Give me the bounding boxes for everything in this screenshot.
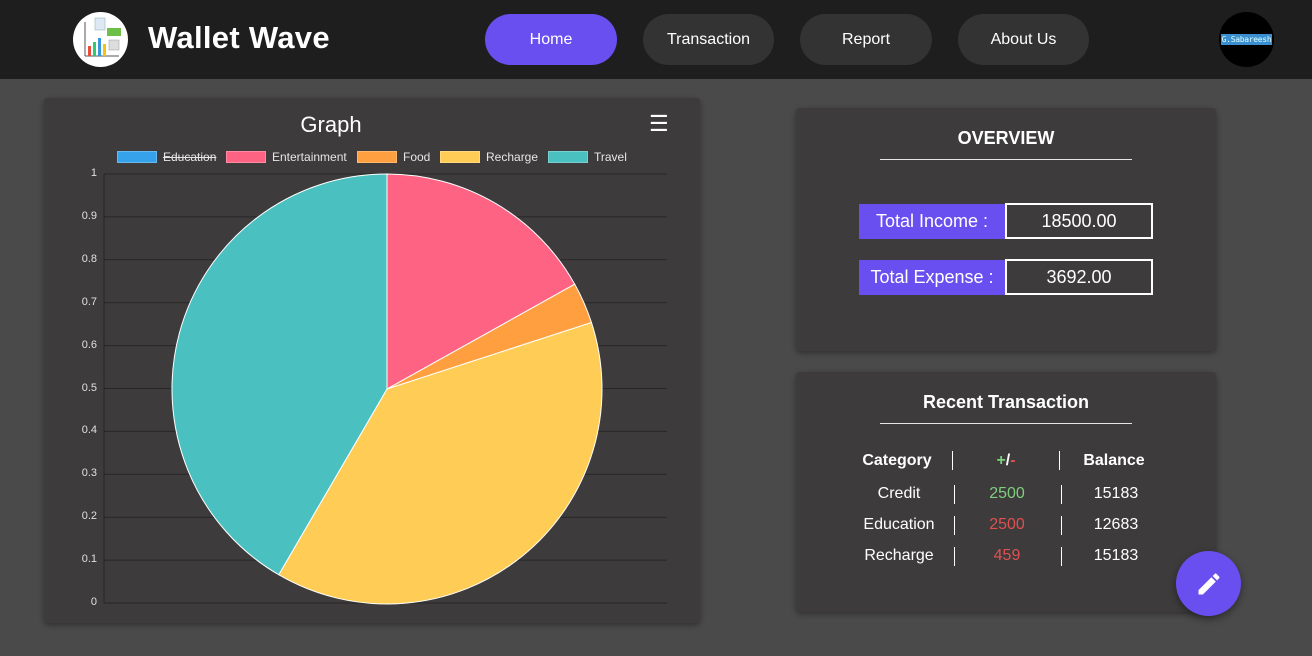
column-header-category: Category	[862, 452, 932, 469]
transaction-category: Recharge	[864, 547, 934, 564]
total-expense-value: 3692.00	[1005, 259, 1153, 295]
recent-transaction-card: Recent Transaction Category +/- Balance …	[796, 372, 1216, 612]
pencil-icon	[1198, 572, 1220, 594]
transaction-amount: 2500	[989, 485, 1025, 502]
overview-divider	[880, 159, 1132, 160]
recent-transaction-title: Recent Transaction	[922, 392, 1090, 412]
transaction-amount: 459	[993, 547, 1021, 564]
column-separator	[954, 516, 955, 535]
column-separator	[1061, 485, 1062, 504]
column-header-balance: Balance	[1083, 452, 1145, 469]
column-separator	[954, 485, 955, 504]
overview-title: OVERVIEW	[957, 128, 1055, 148]
column-separator	[1059, 451, 1060, 470]
column-separator	[1061, 516, 1062, 535]
transaction-balance: 15183	[1093, 547, 1139, 564]
column-separator	[952, 451, 953, 470]
total-income-value: 18500.00	[1005, 203, 1153, 239]
transaction-category: Education	[863, 516, 935, 533]
transaction-balance: 12683	[1093, 516, 1139, 533]
edit-fab-button[interactable]	[1176, 551, 1241, 616]
column-header-amount: +/-	[996, 452, 1016, 469]
transaction-amount: 2500	[989, 516, 1025, 533]
total-income-label: Total Income :	[859, 204, 1005, 239]
transaction-category: Credit	[877, 485, 921, 502]
overview-card: OVERVIEW Total Income : 18500.00 Total E…	[796, 108, 1216, 351]
total-expense-label: Total Expense :	[859, 260, 1005, 295]
transaction-balance: 15183	[1093, 485, 1139, 502]
recent-transaction-divider	[880, 423, 1132, 424]
column-separator	[954, 547, 955, 566]
column-separator	[1061, 547, 1062, 566]
